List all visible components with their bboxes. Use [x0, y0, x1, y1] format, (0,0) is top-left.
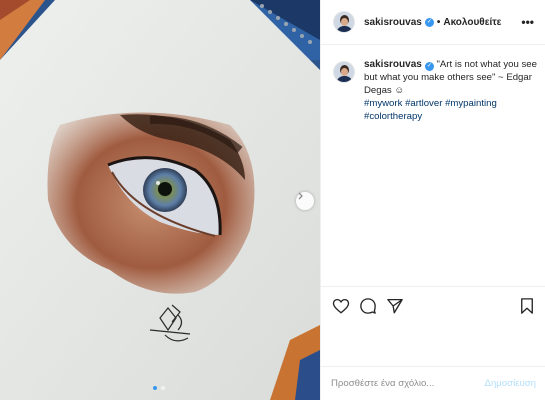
carousel-indicator: [153, 386, 165, 390]
post-header: sakisrouvas ✓ • Ακολουθείτε •••: [321, 0, 545, 45]
more-options-button[interactable]: •••: [521, 15, 534, 29]
post-sidebar: sakisrouvas ✓ • Ακολουθείτε ••• sakisrou…: [320, 0, 545, 400]
post-photo[interactable]: [0, 0, 320, 400]
hashtag-link[interactable]: #artlover: [405, 98, 442, 109]
carousel-dot-1: [153, 386, 157, 390]
share-icon[interactable]: [386, 297, 404, 315]
avatar[interactable]: [333, 11, 355, 33]
username-link[interactable]: sakisrouvas: [364, 17, 422, 28]
caption-text: sakisrouvas ✓ "Art is not what you see bu…: [364, 58, 538, 123]
post-caption: sakisrouvas ✓ "Art is not what you see bu…: [333, 58, 538, 123]
caption-avatar[interactable]: [333, 61, 355, 83]
post-comment-button[interactable]: Δημοσίευση: [485, 378, 536, 389]
next-photo-button[interactable]: [296, 192, 314, 210]
carousel-dot-2: [161, 386, 165, 390]
verified-badge-icon: ✓: [424, 17, 434, 27]
hashtag-link[interactable]: #mywork: [364, 98, 402, 109]
caption-username-link[interactable]: sakisrouvas: [364, 59, 422, 70]
caption-verified-icon: ✓: [424, 62, 434, 71]
chevron-right-icon: [298, 192, 303, 200]
heart-icon[interactable]: [332, 297, 350, 315]
eye-painting-image: [0, 0, 320, 400]
comment-input[interactable]: [331, 378, 481, 389]
hashtag-link[interactable]: #colortherapy: [364, 111, 422, 122]
comment-form: Δημοσίευση: [321, 366, 545, 400]
comment-icon[interactable]: [359, 297, 377, 315]
hashtag-link[interactable]: #mypainting: [445, 98, 497, 109]
bookmark-icon[interactable]: [518, 297, 536, 315]
following-button[interactable]: Ακολουθείτε: [443, 17, 501, 28]
separator-dot: •: [436, 16, 441, 28]
action-bar: [321, 286, 545, 324]
